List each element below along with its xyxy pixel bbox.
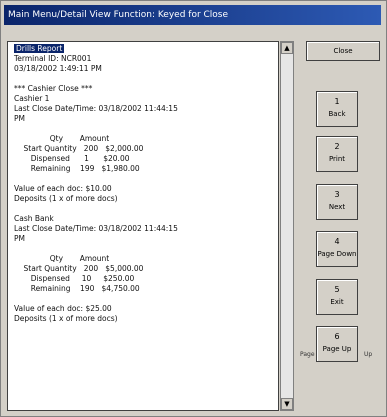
report-line-text: Terminal ID: NCR001	[14, 54, 92, 63]
report-line: Remaining 190 $4,750.00	[14, 284, 274, 294]
exit-label: Exit	[330, 298, 344, 306]
report-line: Deposits (1 x of more docs)	[14, 314, 274, 324]
next-button[interactable]: 3 Next	[316, 184, 358, 220]
aside-left: Page	[300, 351, 315, 358]
report-line	[14, 244, 274, 254]
title-bar: Main Menu/Detail View Function: Keyed fo…	[4, 5, 381, 25]
report-line: Value of each doc: $10.00	[14, 184, 274, 194]
report-line-text: Qty Amount	[14, 254, 110, 263]
report-line-text: PM	[14, 114, 25, 123]
next-key: 3	[334, 190, 340, 199]
report-line	[14, 74, 274, 84]
page-down-key: 4	[334, 237, 340, 246]
aside-right: Up	[364, 351, 373, 358]
app-window: Main Menu/Detail View Function: Keyed fo…	[0, 0, 387, 417]
page-up-label: Page Up	[322, 345, 352, 353]
back-button[interactable]: 1 Back	[316, 91, 358, 127]
report-line: Dispensed 10 $250.00	[14, 274, 274, 284]
report-line-text: Drills Report	[14, 44, 65, 53]
page-up-key: 6	[334, 332, 340, 341]
print-label: Print	[328, 155, 346, 163]
report-line-text: Value of each doc: $25.00	[14, 304, 112, 313]
scroll-down-icon[interactable]: ▼	[281, 398, 293, 410]
report-line: Start Quantity 200 $5,000.00	[14, 264, 274, 274]
report-line-text: Cashier 1	[14, 94, 50, 103]
report-text: Drills Report Terminal ID: NCR001 03/18/20…	[14, 44, 274, 324]
report-line-text: Last Close Date/Time: 03/18/2002 11:44:1…	[14, 104, 178, 113]
report-line-text: Remaining 190 $4,750.00	[14, 284, 140, 293]
report-line	[14, 124, 274, 134]
report-line-text: Value of each doc: $10.00	[14, 184, 112, 193]
report-line: Dispensed 1 $20.00	[14, 154, 274, 164]
report-line-text: PM	[14, 234, 25, 243]
report-line: Qty Amount	[14, 134, 274, 144]
exit-button[interactable]: 5 Exit	[316, 279, 358, 315]
report-line: Terminal ID: NCR001	[14, 54, 274, 64]
report-line-text: 03/18/2002 1:49:11 PM	[14, 64, 102, 73]
back-key: 1	[334, 97, 340, 106]
scroll-up-icon[interactable]: ▲	[281, 42, 293, 54]
report-line: Last Close Date/Time: 03/18/2002 11:44:1…	[14, 224, 274, 234]
report-pane[interactable]: Drills Report Terminal ID: NCR001 03/18/20…	[7, 41, 279, 411]
page-up-button[interactable]: 6 Page Up	[316, 326, 358, 362]
report-line	[14, 204, 274, 214]
report-line: Cash Bank	[14, 214, 274, 224]
report-line	[14, 294, 274, 304]
report-line-text: Qty Amount	[14, 134, 110, 143]
report-line: Deposits (1 x of more docs)	[14, 194, 274, 204]
report-line-text: Remaining 199 $1,980.00	[14, 164, 140, 173]
vertical-scrollbar[interactable]: ▲ ▼	[280, 41, 294, 411]
report-line-text: Dispensed 1 $20.00	[14, 154, 130, 163]
report-line-text: Cash Bank	[14, 214, 54, 223]
print-button[interactable]: 2 Print	[316, 136, 358, 172]
back-label: Back	[328, 110, 346, 118]
report-line-text: Last Close Date/Time: 03/18/2002 11:44:1…	[14, 224, 178, 233]
page-down-button[interactable]: 4 Page Down	[316, 231, 358, 267]
report-line: Last Close Date/Time: 03/18/2002 11:44:1…	[14, 104, 274, 114]
report-line: Remaining 199 $1,980.00	[14, 164, 274, 174]
report-line-text: Deposits (1 x of more docs)	[14, 194, 118, 203]
report-line-text: Start Quantity 200 $5,000.00	[14, 264, 144, 273]
next-label: Next	[328, 203, 346, 211]
report-line-text: Deposits (1 x of more docs)	[14, 314, 118, 323]
report-line: Cashier 1	[14, 94, 274, 104]
report-line: Value of each doc: $25.00	[14, 304, 274, 314]
exit-key: 5	[334, 285, 340, 294]
report-line	[14, 174, 274, 184]
report-line: 03/18/2002 1:49:11 PM	[14, 64, 274, 74]
report-line: PM	[14, 234, 274, 244]
close-button[interactable]: Close	[306, 41, 380, 61]
report-line: *** Cashier Close ***	[14, 84, 274, 94]
report-line: Qty Amount	[14, 254, 274, 264]
report-line-text: *** Cashier Close ***	[14, 84, 93, 93]
report-line-text: Dispensed 10 $250.00	[14, 274, 135, 283]
report-line: Start Quantity 200 $2,000.00	[14, 144, 274, 154]
page-down-label: Page Down	[317, 250, 357, 258]
report-line: Drills Report	[14, 44, 274, 54]
print-key: 2	[334, 142, 340, 151]
report-line: PM	[14, 114, 274, 124]
report-line-text: Start Quantity 200 $2,000.00	[14, 144, 144, 153]
button-panel: Close 1 Back 2 Print 3 Next 4 Page Down …	[298, 36, 384, 411]
